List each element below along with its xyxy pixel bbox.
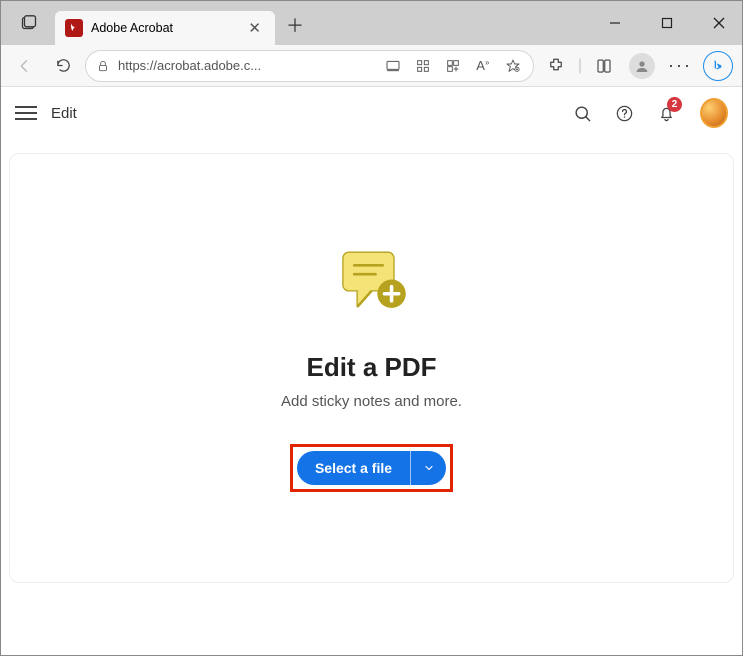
notification-badge: 2 xyxy=(667,97,682,112)
search-button[interactable] xyxy=(568,99,596,127)
page-title: Edit xyxy=(51,105,77,122)
nav-back-button[interactable] xyxy=(9,50,41,82)
card-heading: Edit a PDF xyxy=(306,352,436,383)
address-bar[interactable]: https://acrobat.adobe.c... A» xyxy=(85,50,534,82)
text-size-icon[interactable]: A» xyxy=(473,58,493,74)
browser-titlebar: Adobe Acrobat ✕ ＋ xyxy=(1,1,742,45)
menu-button[interactable] xyxy=(15,106,37,120)
nav-refresh-button[interactable] xyxy=(47,50,79,82)
profile-button[interactable] xyxy=(626,50,658,82)
acrobat-favicon xyxy=(65,19,83,37)
comment-plus-icon xyxy=(327,244,417,324)
more-menu-button[interactable]: ··· xyxy=(664,50,696,82)
favorite-icon[interactable] xyxy=(503,58,523,74)
tab-actions-button[interactable] xyxy=(13,7,45,39)
page-body: Edit 2 xyxy=(1,87,742,655)
edit-pdf-card: Edit a PDF Add sticky notes and more. Se… xyxy=(9,153,734,583)
extensions-button[interactable] xyxy=(540,50,572,82)
new-tab-button[interactable]: ＋ xyxy=(279,9,311,41)
window-controls xyxy=(598,7,742,45)
grid-icon[interactable] xyxy=(413,58,433,74)
page-header: Edit 2 xyxy=(1,87,742,139)
window-maximize-button[interactable] xyxy=(650,7,684,39)
collections-button[interactable] xyxy=(588,50,620,82)
notifications-button[interactable]: 2 xyxy=(652,99,680,127)
extension-icon[interactable] xyxy=(443,58,463,74)
select-file-dropdown[interactable] xyxy=(410,451,446,485)
window-minimize-button[interactable] xyxy=(598,7,632,39)
lock-icon xyxy=(96,59,110,73)
bing-chat-button[interactable] xyxy=(702,50,734,82)
tab-close-button[interactable]: ✕ xyxy=(244,19,265,37)
highlight-annotation: Select a file xyxy=(290,444,453,492)
browser-toolbar: https://acrobat.adobe.c... A» | ··· xyxy=(1,45,742,87)
screen-icon[interactable] xyxy=(383,58,403,74)
user-avatar[interactable] xyxy=(700,99,728,127)
url-action-icons: A» xyxy=(383,58,523,74)
url-text: https://acrobat.adobe.c... xyxy=(118,58,375,73)
help-button[interactable] xyxy=(610,99,638,127)
select-file-button[interactable]: Select a file xyxy=(297,451,410,485)
browser-tab[interactable]: Adobe Acrobat ✕ xyxy=(55,11,275,45)
card-subheading: Add sticky notes and more. xyxy=(281,393,462,410)
tab-title: Adobe Acrobat xyxy=(91,21,173,35)
window-close-button[interactable] xyxy=(702,7,736,39)
